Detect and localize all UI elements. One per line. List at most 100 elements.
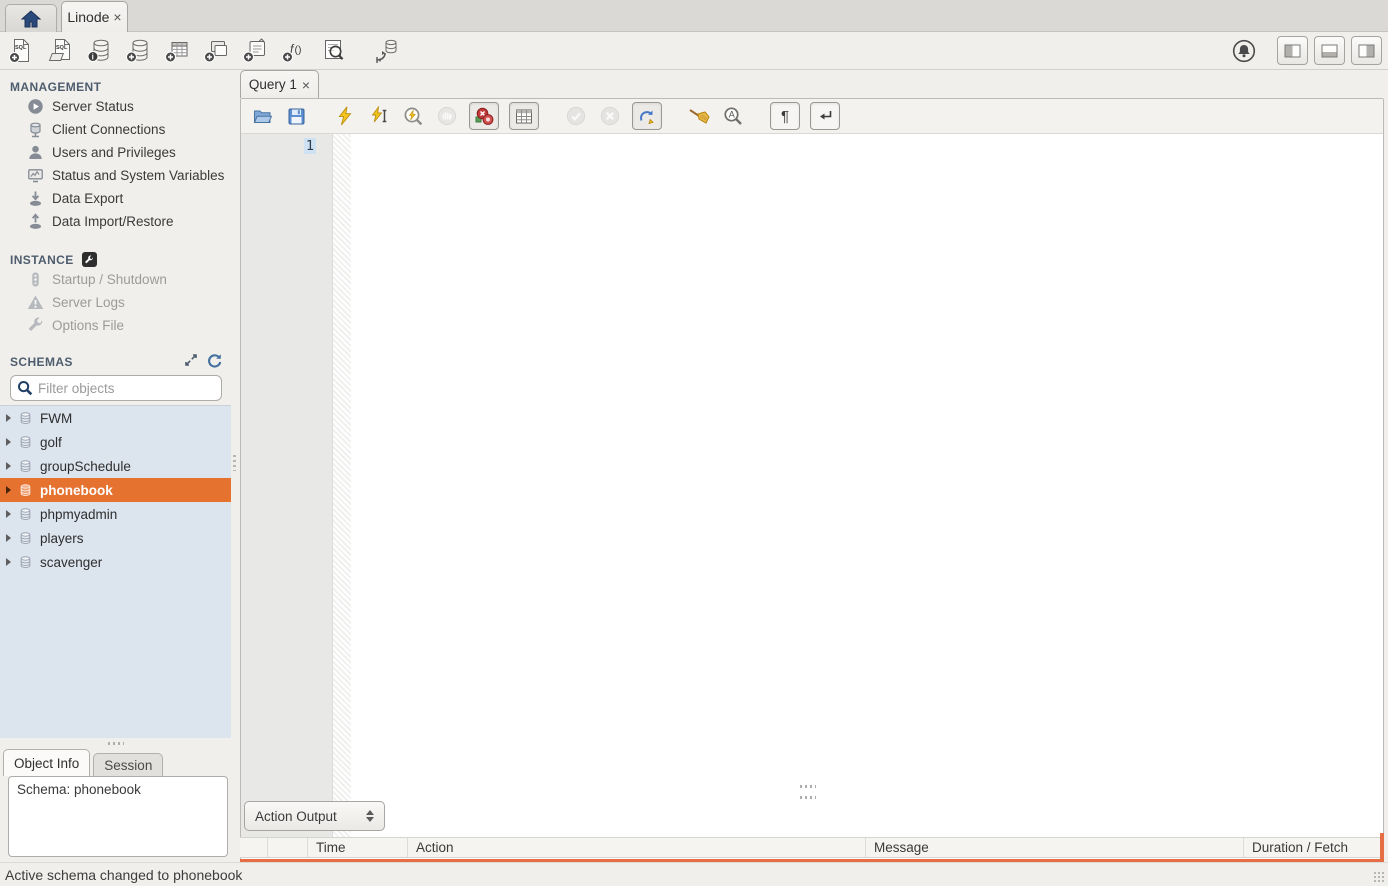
save-button[interactable] [284,104,308,128]
close-icon[interactable]: × [302,78,310,92]
rollback-icon [600,106,620,126]
expand-arrow-icon[interactable] [6,438,11,446]
connection-tab[interactable]: Linode × [61,1,128,32]
home-tab[interactable] [5,4,57,32]
tab-session[interactable]: Session [93,753,163,776]
expand-arrow-icon[interactable] [6,486,11,494]
schema-icon [18,507,33,522]
svg-text:SQL: SQL [15,45,27,51]
vertical-splitter[interactable] [233,455,236,471]
output-col-action[interactable]: Action [408,838,866,857]
toggle-left-panel-button[interactable] [1277,36,1308,65]
sidebar-item-data-export[interactable]: Data Export [0,187,232,210]
expand-arrow-icon[interactable] [6,558,11,566]
create-procedure-button[interactable] [240,36,270,66]
find-button[interactable]: A [721,104,745,128]
output-col-duration[interactable]: Duration / Fetch [1244,838,1384,857]
output-col-message[interactable]: Message [866,838,1244,857]
schema-row-players[interactable]: players [0,526,231,550]
search-table-data-button[interactable] [318,36,348,66]
new-sql-tab-button[interactable]: SQL [6,36,36,66]
sidebar-splitter[interactable] [0,738,232,748]
schema-name: scavenger [40,555,102,570]
execute-button[interactable] [333,104,357,128]
limit-rows-button[interactable] [509,102,539,130]
expand-arrow-icon[interactable] [6,510,11,518]
create-schema-button[interactable] [123,36,153,66]
schema-icon [18,555,33,570]
stop-icon [437,106,457,126]
wrap-text-button[interactable] [810,102,840,130]
filter-objects-input[interactable] [38,381,215,396]
toggle-bottom-panel-icon [1321,44,1338,58]
sidebar-item-server-status[interactable]: Server Status [0,95,232,118]
reconnect-dbms-button[interactable] [371,36,401,66]
schema-list: FWM golf groupSchedule phonebook phpmyad… [0,405,231,738]
expand-arrow-icon[interactable] [6,462,11,470]
sidebar-item-data-import[interactable]: Data Import/Restore [0,210,232,233]
editor-toolbar: A ¶ [241,99,1383,134]
new-sql-tab-icon: SQL [8,37,35,64]
open-sql-script-button[interactable]: SQL [45,36,75,66]
instance-header: INSTANCE [0,246,232,268]
stop-button[interactable] [435,104,459,128]
schema-row-phonebook[interactable]: phonebook [0,478,231,502]
search-table-data-icon [320,37,347,64]
sidebar-item-users-privileges[interactable]: Users and Privileges [0,141,232,164]
sql-editor[interactable]: 1 [241,134,1383,847]
toggle-right-panel-button[interactable] [1351,36,1382,65]
schema-filter [10,375,222,401]
sidebar-item-client-connections[interactable]: Client Connections [0,118,232,141]
output-col-time[interactable]: Time [308,838,408,857]
output-vertical-scrollbar[interactable] [1380,833,1384,859]
expand-icon[interactable] [184,353,198,368]
expand-arrow-icon[interactable] [6,414,11,422]
schema-row-scavenger[interactable]: scavenger [0,550,231,574]
output-table-header: Time Action Message Duration / Fetch [240,837,1384,858]
schema-row-golf[interactable]: golf [0,430,231,454]
schema-row-fwm[interactable]: FWM [0,406,231,430]
open-file-button[interactable] [250,104,274,128]
sidebar-item-startup-shutdown[interactable]: Startup / Shutdown [0,268,232,291]
toggle-autocommit-button[interactable] [632,102,662,130]
panel-splitter-grip[interactable] [800,785,816,788]
explain-button[interactable] [401,104,425,128]
schema-name: FWM [40,411,72,426]
window-resize-grip[interactable] [1373,871,1385,883]
tab-query-1[interactable]: Query 1 × [240,70,319,98]
toggle-bottom-panel-button[interactable] [1314,36,1345,65]
sidebar-item-system-variables[interactable]: Status and System Variables [0,164,232,187]
main-area: Query 1 × [240,70,1384,862]
main-toolbar: SQL SQL i [0,32,1388,70]
create-view-button[interactable] [201,36,231,66]
output-view-select[interactable]: Action Output [244,801,385,831]
open-file-icon [252,106,272,126]
sidebar-item-server-logs[interactable]: Server Logs [0,291,232,314]
schema-icon [18,531,33,546]
close-icon[interactable]: × [113,10,121,24]
notifications-button[interactable] [1231,38,1257,64]
schema-row-groupschedule[interactable]: groupSchedule [0,454,231,478]
create-table-button[interactable] [162,36,192,66]
wrap-text-icon [817,109,833,123]
inspect-database-button[interactable]: i [84,36,114,66]
commit-button[interactable] [564,104,588,128]
refresh-icon[interactable] [207,353,222,368]
execute-current-button[interactable] [367,104,391,128]
search-icon [17,380,33,396]
invisible-chars-button[interactable]: ¶ [770,102,800,130]
toggle-stop-on-error-button[interactable] [469,102,499,130]
system-variables-icon [27,167,44,184]
beautify-icon [688,106,710,126]
schema-row-phpmyadmin[interactable]: phpmyadmin [0,502,231,526]
schema-icon [18,459,33,474]
editor-text-area[interactable] [351,134,1383,847]
expand-arrow-icon[interactable] [6,534,11,542]
options-file-icon [27,317,44,334]
sidebar-item-options-file[interactable]: Options File [0,314,232,337]
rollback-button[interactable] [598,104,622,128]
create-function-button[interactable]: f () [279,36,309,66]
beautify-button[interactable] [687,104,711,128]
tab-object-info[interactable]: Object Info [3,749,90,776]
connection-tab-label: Linode [67,9,109,25]
